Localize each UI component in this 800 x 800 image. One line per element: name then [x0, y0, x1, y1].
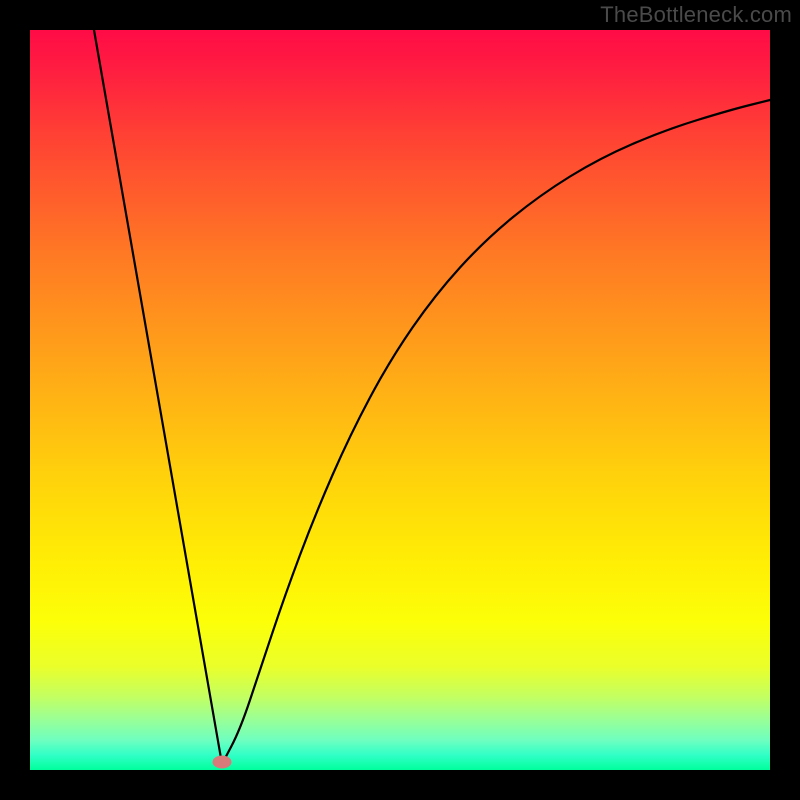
bottleneck-curve: [94, 30, 770, 764]
optimum-marker: [213, 756, 231, 768]
attribution-text: TheBottleneck.com: [600, 2, 792, 28]
plot-svg: [30, 30, 770, 770]
chart-frame: TheBottleneck.com: [0, 0, 800, 800]
plot-area: [30, 30, 770, 770]
